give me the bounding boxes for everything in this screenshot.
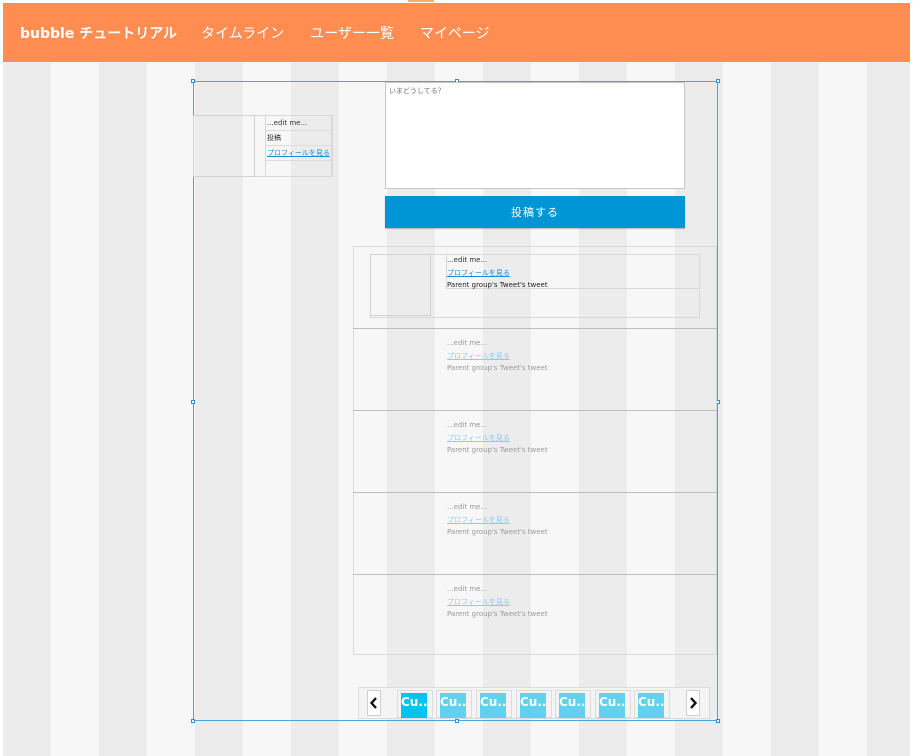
app-header: bubble チュートリアル タイムライン ユーザー一覧 マイページ	[3, 3, 910, 62]
tweet-body: Parent group's Tweet's tweet	[447, 281, 548, 289]
tweet-user-name: ...edit me...	[447, 503, 488, 511]
tweet-user-name: ...edit me...	[447, 421, 488, 429]
list-item: ...edit me... プロフィールを見る Parent group's T…	[353, 492, 717, 574]
pagination-next-button[interactable]	[686, 690, 700, 716]
page-item-cell: Cu..	[476, 690, 512, 718]
list-item: ...edit me... プロフィールを見る Parent group's T…	[353, 328, 717, 410]
tweet-user-name: ...edit me...	[447, 585, 488, 593]
user-name: ...edit me...	[266, 116, 331, 131]
page-item[interactable]: Cu..	[599, 693, 625, 718]
resize-handle-bottom[interactable]	[455, 719, 459, 723]
resize-handle-bottom-right[interactable]	[716, 719, 720, 723]
brand-logo[interactable]: bubble チュートリアル	[20, 23, 177, 43]
pagination-prev-button[interactable]	[367, 690, 381, 716]
tweet-profile-link[interactable]: プロフィールを見る	[447, 433, 510, 443]
post-input[interactable]	[385, 82, 685, 189]
tweet-user-name: ...edit me...	[447, 256, 488, 264]
tweet-body: Parent group's Tweet's tweet	[447, 528, 548, 536]
page-item-cell: Cu..	[436, 690, 472, 718]
resize-handle-top-right[interactable]	[716, 79, 720, 83]
top-edge-marker	[408, 0, 434, 2]
page-item[interactable]: Cu..	[440, 693, 466, 718]
posts-label: 投稿	[266, 131, 331, 146]
page-item-cell: Cu..	[397, 690, 433, 718]
page-item-cell: Cu..	[634, 690, 670, 718]
tweet-user-name: ...edit me...	[447, 339, 488, 347]
tweet-profile-link[interactable]: プロフィールを見る	[447, 597, 510, 607]
pagination: Cu.. Cu.. Cu.. Cu.. Cu.. Cu.. Cu..	[358, 687, 710, 719]
page-item-cell: Cu..	[595, 690, 631, 718]
tweet-profile-link[interactable]: プロフィールを見る	[447, 515, 510, 525]
page-item[interactable]: Cu..	[401, 693, 427, 718]
list-item: ...edit me... プロフィールを見る Parent group's T…	[353, 410, 717, 492]
chevron-right-icon	[690, 697, 697, 709]
resize-handle-top-left[interactable]	[191, 79, 195, 83]
page-item[interactable]: Cu..	[520, 693, 546, 718]
tweet-body: Parent group's Tweet's tweet	[447, 364, 548, 372]
list-item: ...edit me... プロフィールを見る Parent group's T…	[353, 574, 717, 656]
chevron-left-icon	[370, 697, 377, 709]
nav-timeline[interactable]: タイムライン	[201, 23, 284, 43]
user-info: ...edit me... 投稿 プロフィールを見る	[265, 115, 332, 177]
list-item: ...edit me... プロフィールを見る Parent group's T…	[353, 246, 717, 328]
page-item-cell: Cu..	[555, 690, 591, 718]
page-item[interactable]: Cu..	[480, 693, 506, 718]
tweet-body: Parent group's Tweet's tweet	[447, 610, 548, 618]
post-submit-button[interactable]: 投稿する	[385, 196, 685, 228]
page-item[interactable]: Cu..	[559, 693, 585, 718]
nav-user-list[interactable]: ユーザー一覧	[310, 23, 394, 43]
tweet-profile-link[interactable]: プロフィールを見る	[447, 268, 510, 278]
tweet-body: Parent group's Tweet's tweet	[447, 446, 548, 454]
profile-link[interactable]: プロフィールを見る	[267, 149, 330, 157]
avatar[interactable]	[193, 115, 255, 177]
resize-handle-left[interactable]	[191, 400, 195, 404]
nav-my-page[interactable]: マイページ	[420, 23, 490, 43]
page-item[interactable]: Cu..	[638, 693, 664, 718]
tweet-avatar[interactable]	[370, 254, 431, 316]
page-item-cell: Cu..	[516, 690, 552, 718]
tweet-profile-link[interactable]: プロフィールを見る	[447, 351, 510, 361]
resize-handle-bottom-left[interactable]	[191, 719, 195, 723]
